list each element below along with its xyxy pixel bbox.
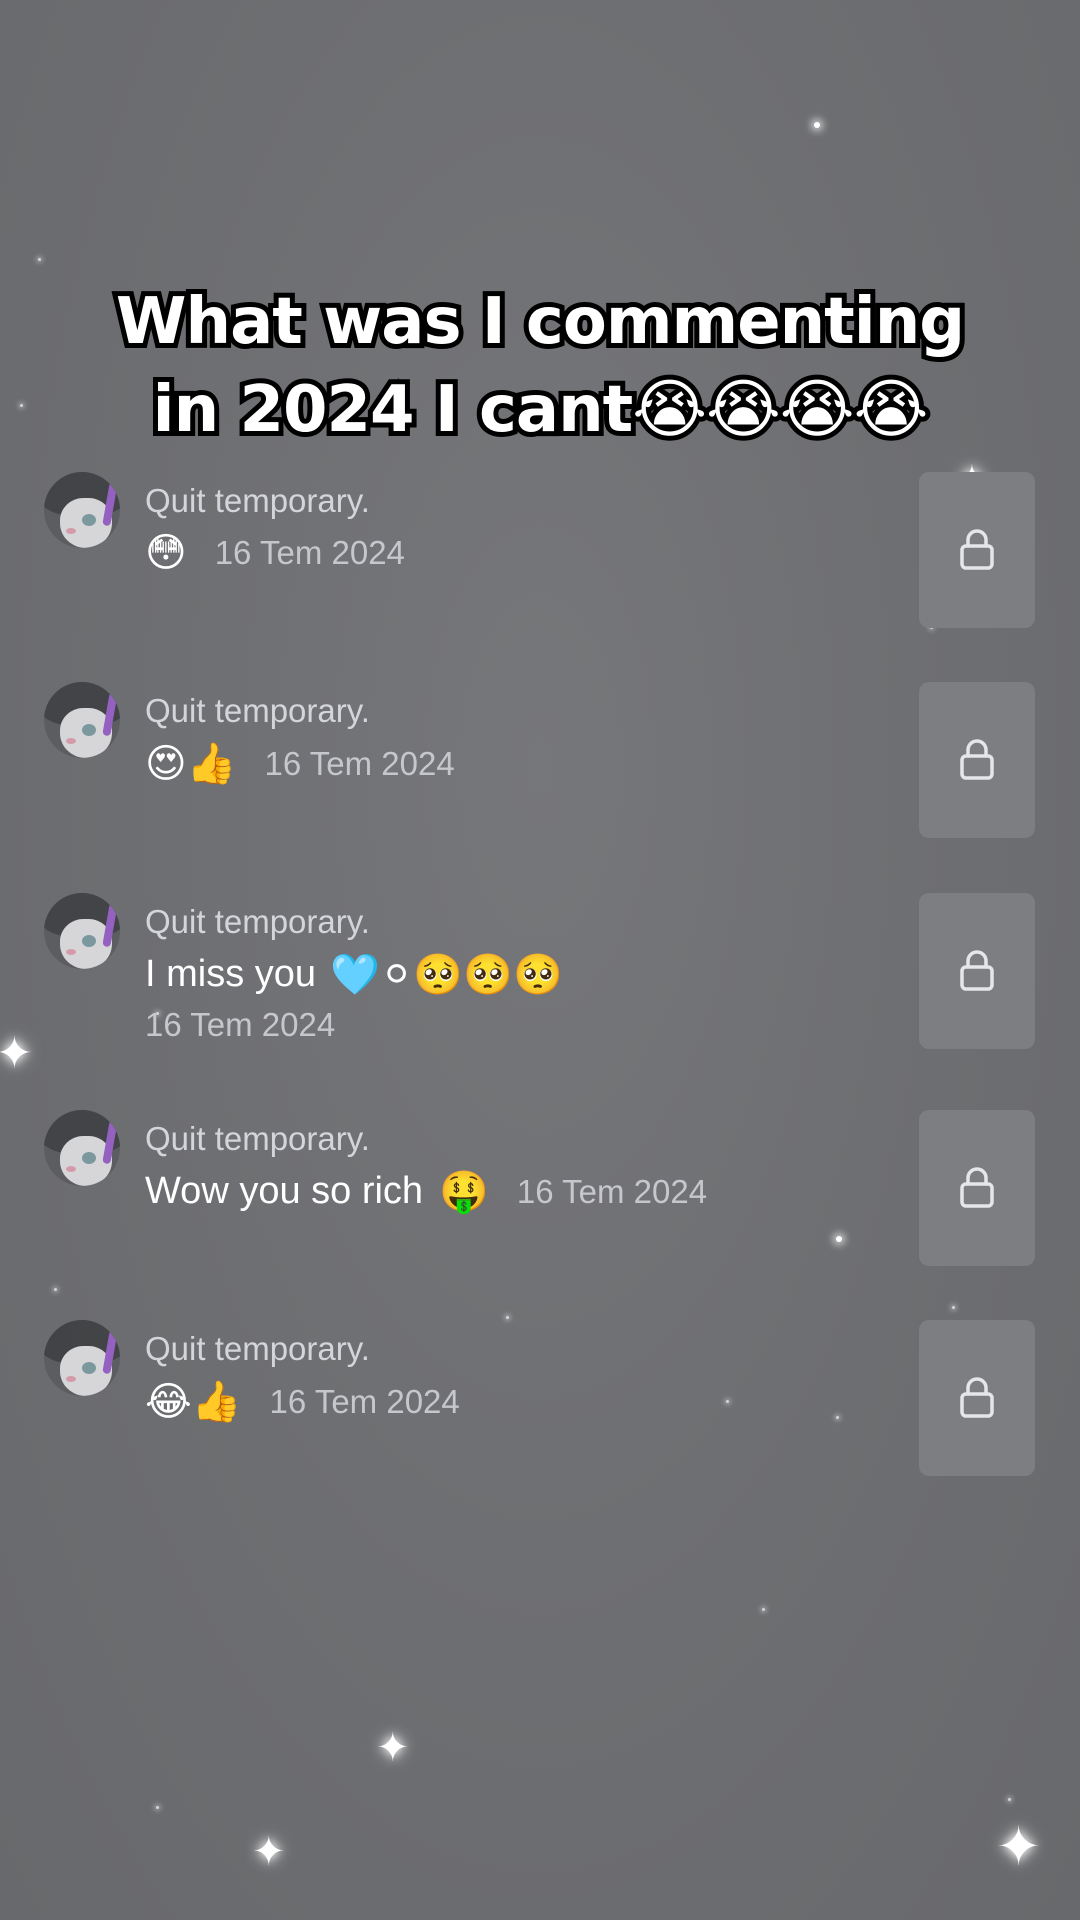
lock-icon [960,739,994,780]
sparkle-icon [952,1306,955,1309]
comment-body: I miss you 🩵⚪🥺🥺🥺 [145,951,563,998]
video-thumbnail[interactable] [919,1110,1035,1266]
comment-username[interactable]: Quit temporary. [145,692,370,730]
sparkle-icon [726,1400,729,1403]
comment-username[interactable]: Quit temporary. [145,482,370,520]
comment-date: 16 Tem 2024 [269,1382,460,1420]
caption-line-2: in 2024 I cant😭😭😭😭 [148,368,934,452]
lock-icon [960,529,994,570]
comment-username[interactable]: Quit temporary. [145,903,370,941]
avatar-icon[interactable] [44,472,120,548]
sparkle-icon [836,1416,839,1419]
comment-emojis: 🩵⚪🥺🥺🥺 [330,952,563,998]
comment-emojis: 😳 [145,530,187,576]
comment-date: 16 Tem 2024 [516,1172,708,1210]
avatar-icon[interactable] [44,1110,120,1186]
comment-date: 16 Tem 2024 [145,1006,336,1043]
comment-body: 😳 16 Tem 2024 [145,530,405,576]
sparkle-icon [506,1316,509,1319]
video-thumbnail[interactable] [919,682,1035,838]
comment-emojis: 😂👍 [145,1379,242,1425]
comment-emojis: 🤑 [439,1169,489,1215]
avatar-icon[interactable] [44,682,120,758]
comment-username[interactable]: Quit temporary. [145,1330,370,1368]
lock-icon [960,1167,994,1208]
comment-body: 😍👍 16 Tem 2024 [145,740,455,787]
sparkle-icon [156,1806,159,1809]
overlay-caption: What was I commenting in 2024 I cant😭😭😭😭 [40,278,1040,454]
comment-text: I miss you [145,953,317,995]
comment-date: 16 Tem 2024 [214,534,405,571]
sparkle-icon [54,1288,57,1291]
video-thumbnail[interactable] [919,893,1035,1049]
sparkle-icon [814,122,820,128]
video-thumbnail[interactable] [919,472,1035,628]
comment-date: 16 Tem 2024 [264,744,455,782]
avatar-icon[interactable] [44,1320,120,1396]
sparkle-icon [762,1608,765,1611]
sparkle-icon [1008,1798,1011,1801]
sparkle-icon [38,258,41,261]
comment-body: 😂👍 16 Tem 2024 [145,1378,460,1425]
comment-username[interactable]: Quit temporary. [145,1120,370,1158]
lock-icon [960,1377,994,1418]
video-thumbnail[interactable] [919,1320,1035,1476]
caption-line-1: What was I commenting [111,280,970,364]
lock-icon [960,950,994,991]
comment-text: Wow you so rich [145,1170,424,1212]
comment-body: Wow you so rich 🤑 16 Tem 2024 [145,1168,707,1215]
avatar-icon[interactable] [44,893,120,969]
comment-emojis: 😍👍 [145,741,237,787]
sparkle-icon [836,1236,842,1242]
sparkle-icon [20,404,23,407]
